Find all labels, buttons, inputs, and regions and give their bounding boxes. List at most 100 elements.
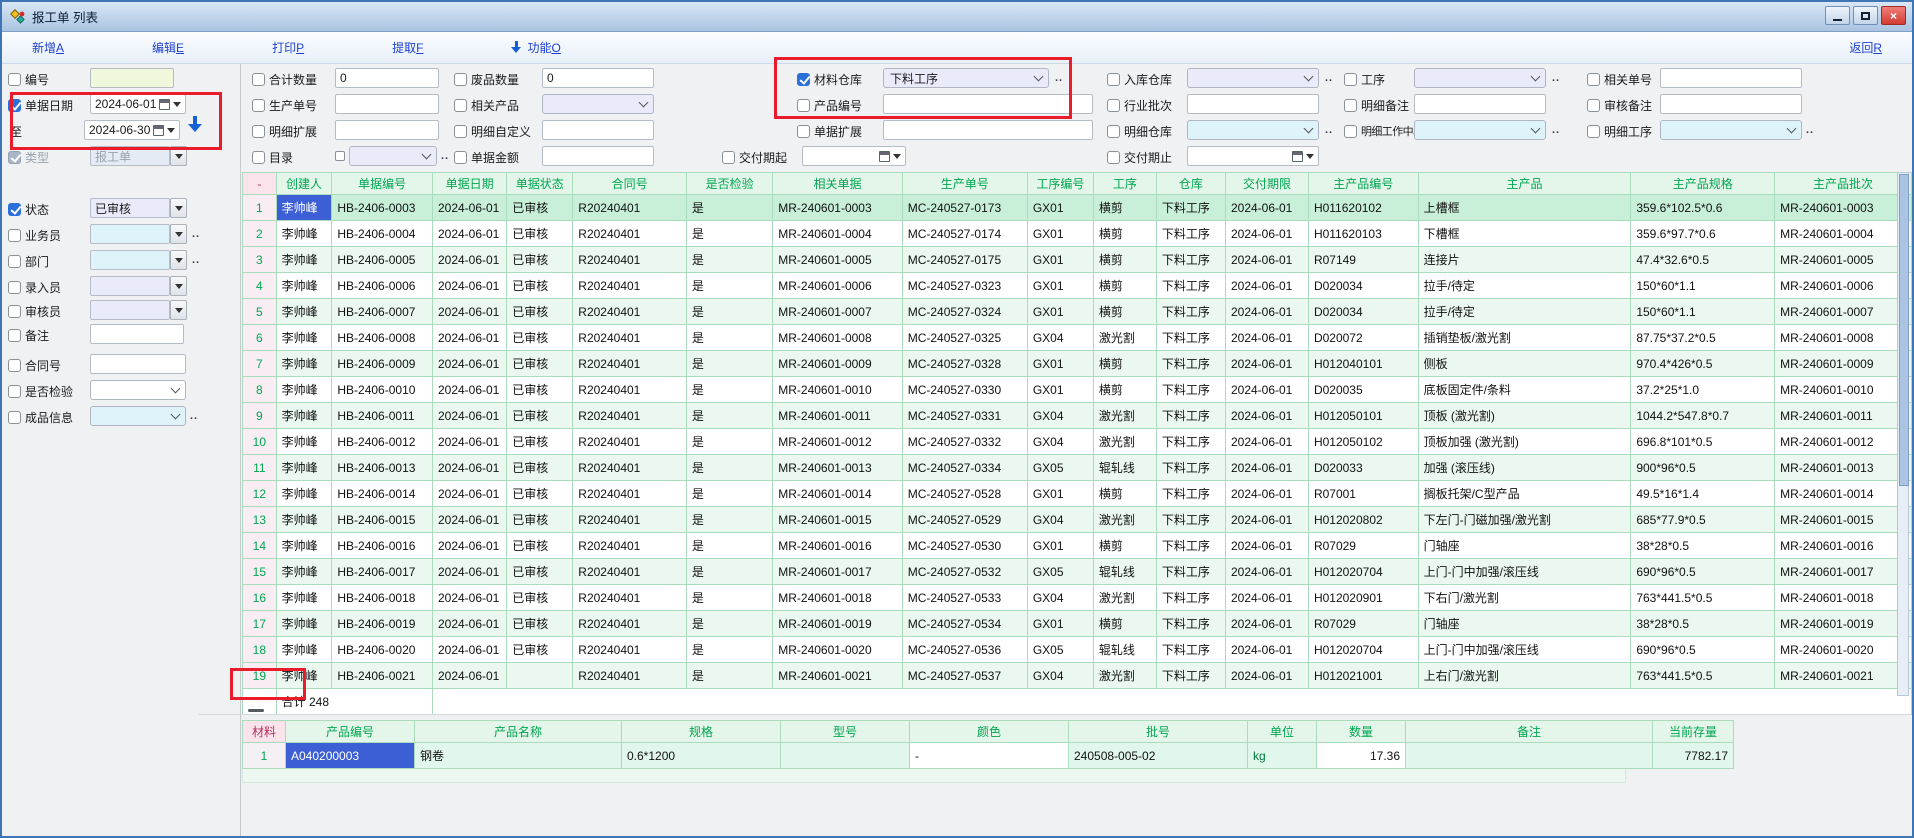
doc-no-input[interactable]	[90, 68, 174, 88]
grid-cell[interactable]: D020034	[1308, 299, 1418, 325]
grid-cell[interactable]: MC-240527-0537	[902, 663, 1027, 689]
entry-clerk-checkbox[interactable]	[8, 281, 21, 294]
grid-cell[interactable]: 已审核	[507, 533, 573, 559]
grid-cell[interactable]: HB-2406-0010	[332, 377, 433, 403]
grid-column-header[interactable]: 材料	[243, 721, 286, 743]
industry-batch-input[interactable]	[1187, 94, 1319, 114]
grid-cell[interactable]: 李帅峰	[276, 403, 332, 429]
table-row[interactable]: 10李帅峰HB-2406-00122024-06-01已审核R20240401是…	[243, 429, 1912, 455]
grid-column-header[interactable]: 生产单号	[902, 173, 1027, 195]
grid-cell[interactable]: MR-240601-0021	[773, 663, 902, 689]
grid-cell[interactable]: 是	[686, 403, 772, 429]
table-row[interactable]: 18李帅峰HB-2406-00202024-06-01已审核R20240401是…	[243, 637, 1912, 663]
production-no-input[interactable]	[335, 94, 439, 114]
grid-cell[interactable]: 已审核	[507, 351, 573, 377]
grid-cell[interactable]: 0.6*1200	[622, 743, 781, 769]
more-icon[interactable]: ..	[192, 254, 200, 266]
catalog-checkbox[interactable]	[252, 151, 265, 164]
grid-cell[interactable]: 已审核	[507, 429, 573, 455]
grid-cell[interactable]: 是	[686, 637, 772, 663]
grid-cell[interactable]: 上门-门中加强/滚压线	[1418, 637, 1631, 663]
grid-cell[interactable]: 2024-06-01	[432, 585, 506, 611]
grid-cell[interactable]: 已审核	[507, 299, 573, 325]
grid-cell[interactable]: 加强 (滚压线)	[1418, 455, 1631, 481]
grid-cell[interactable]: H012020704	[1308, 559, 1418, 585]
table-row[interactable]: 3李帅峰HB-2406-00052024-06-01已审核R20240401是M…	[243, 247, 1912, 273]
grid-cell[interactable]: MR-240601-0005	[773, 247, 902, 273]
auditor-checkbox[interactable]	[8, 305, 21, 318]
grid-cell[interactable]: 李帅峰	[276, 273, 332, 299]
grid-cell[interactable]: 下料工序	[1156, 481, 1225, 507]
table-row[interactable]: 9李帅峰HB-2406-00112024-06-01已审核R20240401是M…	[243, 403, 1912, 429]
grid-cell[interactable]: MR-240601-0010	[1775, 377, 1912, 403]
grid-cell[interactable]: R20240401	[573, 247, 687, 273]
detail-remark-input[interactable]	[1414, 94, 1546, 114]
grid-cell[interactable]: MR-240601-0009	[773, 351, 902, 377]
grid-cell[interactable]: 763*441.5*0.5	[1631, 585, 1775, 611]
doc-date-from-picker[interactable]: 2024-06-01	[90, 94, 186, 114]
remark-checkbox[interactable]	[8, 329, 21, 342]
entry-clerk-dropdown-button[interactable]	[170, 276, 187, 296]
more-icon[interactable]: ..	[1055, 72, 1063, 84]
grid-cell[interactable]: MR-240601-0011	[1775, 403, 1912, 429]
grid-cell[interactable]: MR-240601-0011	[773, 403, 902, 429]
grid-cell[interactable]: 970.4*426*0.5	[1631, 351, 1775, 377]
grid-cell[interactable]: HB-2406-0013	[332, 455, 433, 481]
grid-column-header[interactable]: 创建人	[276, 173, 332, 195]
grid-cell[interactable]: 2024-06-01	[1225, 299, 1308, 325]
grid-cell[interactable]: 下料工序	[1156, 403, 1225, 429]
grid-cell[interactable]: MC-240527-0174	[902, 221, 1027, 247]
grid-cell[interactable]: 顶板 (激光割)	[1418, 403, 1631, 429]
doc-date-to-picker[interactable]: 2024-06-30	[84, 120, 180, 140]
grid-cell[interactable]: 下右门/激光割	[1418, 585, 1631, 611]
grid-cell[interactable]: 6	[243, 325, 277, 351]
grid-cell[interactable]: 已审核	[507, 637, 573, 663]
grid-cell[interactable]: 是	[686, 663, 772, 689]
grid-cell[interactable]: 8	[243, 377, 277, 403]
grid-cell[interactable]: MR-240601-0006	[1775, 273, 1912, 299]
more-icon[interactable]: ..	[192, 228, 200, 240]
toolbar-edit-button[interactable]: 编辑E	[152, 39, 184, 56]
grid-cell[interactable]: 2024-06-01	[432, 533, 506, 559]
grid-column-header[interactable]: 单位	[1248, 721, 1317, 743]
grid-cell[interactable]: 763*441.5*0.5	[1631, 663, 1775, 689]
grid-cell[interactable]: MC-240527-0334	[902, 455, 1027, 481]
grid-cell[interactable]: 激光割	[1093, 663, 1156, 689]
grid-column-header[interactable]: 型号	[781, 721, 910, 743]
grid-cell[interactable]: H011620103	[1308, 221, 1418, 247]
grid-cell[interactable]: 横剪	[1093, 533, 1156, 559]
grid-cell[interactable]: R20240401	[573, 299, 687, 325]
grid-cell[interactable]: H011620102	[1308, 195, 1418, 221]
doc-expand-checkbox[interactable]	[797, 125, 810, 138]
grid-cell[interactable]: R20240401	[573, 533, 687, 559]
grid-cell[interactable]: 已审核	[507, 507, 573, 533]
detail-process-select[interactable]	[1660, 120, 1802, 140]
grid-cell[interactable]: R20240401	[573, 351, 687, 377]
grid-cell[interactable]: 是	[686, 221, 772, 247]
grid-cell[interactable]: 下料工序	[1156, 247, 1225, 273]
grid-cell[interactable]: 李帅峰	[276, 429, 332, 455]
grid-cell[interactable]: HB-2406-0016	[332, 533, 433, 559]
grid-cell[interactable]: 李帅峰	[276, 507, 332, 533]
grid-cell[interactable]: 4	[243, 273, 277, 299]
status-dropdown-button[interactable]	[170, 198, 187, 218]
grid-cell[interactable]: 李帅峰	[276, 481, 332, 507]
grid-cell[interactable]: MR-240601-0017	[1775, 559, 1912, 585]
grid-cell[interactable]: R20240401	[573, 403, 687, 429]
grid-cell[interactable]: 已审核	[507, 247, 573, 273]
grid-cell[interactable]: MC-240527-0534	[902, 611, 1027, 637]
detail-remark-checkbox[interactable]	[1344, 99, 1357, 112]
grid-cell[interactable]: 2024-06-01	[1225, 325, 1308, 351]
catalog-select[interactable]	[349, 146, 437, 166]
inspection-checkbox[interactable]	[8, 385, 21, 398]
status-checkbox[interactable]	[8, 203, 21, 216]
table-row[interactable]: 14李帅峰HB-2406-00162024-06-01已审核R20240401是…	[243, 533, 1912, 559]
catalog-mini-checkbox[interactable]	[335, 151, 345, 161]
grid-cell[interactable]: 横剪	[1093, 351, 1156, 377]
grid-cell[interactable]: MR-240601-0003	[1775, 195, 1912, 221]
grid-cell[interactable]: 900*96*0.5	[1631, 455, 1775, 481]
product-info-select[interactable]	[90, 406, 186, 426]
grid-cell[interactable]: GX04	[1027, 663, 1093, 689]
grid-cell[interactable]: 上门-门中加强/滚压线	[1418, 559, 1631, 585]
grid-column-header[interactable]: 工序	[1093, 173, 1156, 195]
